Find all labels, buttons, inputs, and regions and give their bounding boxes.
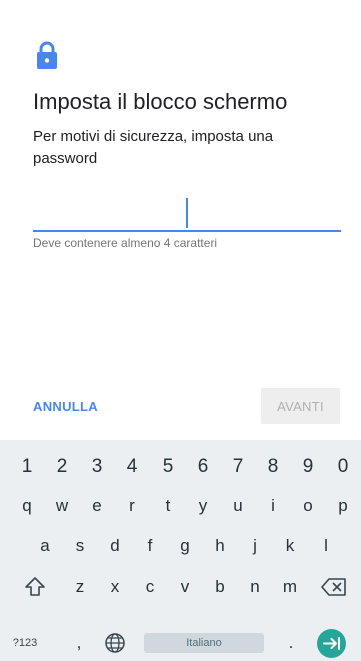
key-l[interactable]: l: [315, 531, 337, 561]
page-subtitle: Per motivi di sicurezza, imposta una pas…: [33, 128, 274, 167]
key-a[interactable]: a: [34, 531, 56, 561]
key-t[interactable]: t: [157, 491, 179, 521]
cancel-button[interactable]: ANNULLA: [24, 390, 107, 424]
page-title: Imposta il blocco schermo: [33, 89, 288, 114]
key-z[interactable]: z: [69, 572, 91, 602]
key-9[interactable]: 9: [297, 452, 319, 482]
globe-icon[interactable]: [104, 632, 126, 654]
key-x[interactable]: x: [104, 572, 126, 602]
next-button[interactable]: AVANTI: [261, 388, 340, 424]
key-e[interactable]: e: [86, 491, 108, 521]
key-g[interactable]: g: [174, 531, 196, 561]
key-comma[interactable]: ,: [70, 628, 88, 658]
key-i[interactable]: i: [262, 491, 284, 521]
key-j[interactable]: j: [244, 531, 266, 561]
key-o[interactable]: o: [297, 491, 319, 521]
key-2[interactable]: 2: [51, 452, 73, 482]
key-h[interactable]: h: [209, 531, 231, 561]
key-k[interactable]: k: [279, 531, 301, 561]
key-6[interactable]: 6: [192, 452, 214, 482]
key-m[interactable]: m: [279, 572, 301, 602]
screen-lock-setup: Imposta il blocco schermo Per motivi di …: [0, 0, 361, 661]
arrow-right-tab-icon: [323, 637, 340, 650]
key-y[interactable]: y: [192, 491, 214, 521]
key-p[interactable]: p: [332, 491, 354, 521]
key-5[interactable]: 5: [157, 452, 179, 482]
key-8[interactable]: 8: [262, 452, 284, 482]
backspace-icon[interactable]: [321, 577, 347, 597]
key-7[interactable]: 7: [227, 452, 249, 482]
key-1[interactable]: 1: [16, 452, 38, 482]
text-cursor: [186, 198, 188, 228]
password-helper-text: Deve contenere almeno 4 caratteri: [33, 236, 218, 250]
symbols-key[interactable]: ?123: [8, 628, 42, 658]
key-0[interactable]: 0: [332, 452, 354, 482]
key-3[interactable]: 3: [86, 452, 108, 482]
key-s[interactable]: s: [69, 531, 91, 561]
lock-icon: [37, 41, 57, 69]
key-w[interactable]: w: [51, 491, 73, 521]
spacebar[interactable]: Italiano: [144, 633, 264, 653]
key-c[interactable]: c: [139, 572, 161, 602]
key-v[interactable]: v: [174, 572, 196, 602]
key-q[interactable]: q: [16, 491, 38, 521]
key-r[interactable]: r: [121, 491, 143, 521]
enter-key[interactable]: [317, 629, 346, 658]
key-f[interactable]: f: [139, 531, 161, 561]
key-period[interactable]: .: [282, 628, 300, 658]
key-b[interactable]: b: [209, 572, 231, 602]
on-screen-keyboard: 1 2 3 4 5 6 7 8 9 0 q w e r t y u i o p …: [0, 440, 361, 661]
key-d[interactable]: d: [104, 531, 126, 561]
shift-icon[interactable]: [24, 576, 46, 598]
key-u[interactable]: u: [227, 491, 249, 521]
key-n[interactable]: n: [244, 572, 266, 602]
key-4[interactable]: 4: [121, 452, 143, 482]
